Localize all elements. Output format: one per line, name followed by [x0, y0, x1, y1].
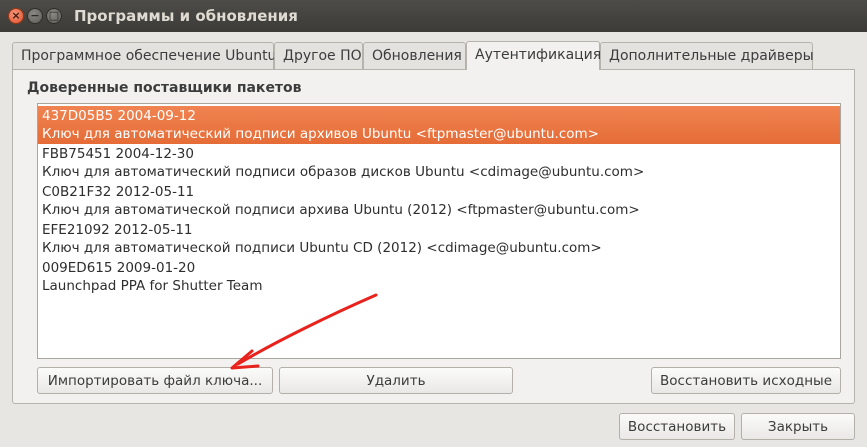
key-description: Ключ для автоматический подписи архивов … [42, 126, 599, 142]
authentication-panel: Доверенные поставщики пакетов 437D05B5 2… [12, 69, 855, 404]
remove-key-button[interactable]: Удалить [279, 367, 513, 394]
key-description: Launchpad PPA for Shutter Team [42, 278, 263, 294]
key-row[interactable]: C0B21F32 2012-05-11 Ключ для автоматичес… [38, 182, 840, 220]
window-titlebar: × − □ Программы и обновления [0, 0, 867, 32]
window-close-button[interactable]: × [8, 8, 24, 24]
tab-ubuntu-software[interactable]: Программное обеспечение Ubuntu [12, 42, 276, 69]
minimize-icon: − [30, 9, 40, 22]
key-id-date: FBB75451 2004-12-30 [42, 146, 194, 162]
key-row[interactable]: FBB75451 2004-12-30 Ключ для автоматичес… [38, 144, 840, 182]
window-minimize-button[interactable]: − [27, 8, 43, 24]
key-description: Ключ для автоматической подписи архива U… [42, 202, 640, 218]
key-row-selected[interactable]: 437D05B5 2004-09-12 Ключ для автоматичес… [38, 106, 840, 144]
trusted-providers-label: Доверенные поставщики пакетов [27, 80, 302, 96]
window-maximize-button[interactable]: □ [46, 8, 62, 24]
trusted-keys-list[interactable]: 437D05B5 2004-09-12 Ключ для автоматичес… [37, 103, 841, 359]
close-icon: × [11, 9, 21, 22]
restore-defaults-button[interactable]: Восстановить исходные [651, 367, 841, 394]
tab-updates[interactable]: Обновления [363, 42, 466, 69]
key-description: Ключ для автоматической подписи Ubuntu C… [42, 240, 602, 256]
close-button[interactable]: Закрыть [741, 413, 855, 440]
tab-authentication[interactable]: Аутентификация [466, 41, 601, 70]
window-title: Программы и обновления [74, 7, 298, 25]
key-id-date: 437D05B5 2004-09-12 [42, 108, 196, 124]
key-id-date: 009ED615 2009-01-20 [42, 260, 196, 276]
key-row[interactable]: 009ED615 2009-01-20 Launchpad PPA for Sh… [38, 258, 840, 296]
key-description: Ключ для автоматический подписи образов … [42, 164, 645, 180]
key-id-date: C0B21F32 2012-05-11 [42, 184, 195, 200]
import-key-file-button[interactable]: Импортировать файл ключа... [37, 367, 273, 394]
key-row[interactable]: EFE21092 2012-05-11 Ключ для автоматичес… [38, 220, 840, 258]
tab-additional-drivers[interactable]: Дополнительные драйверы [600, 42, 814, 69]
maximize-icon: □ [48, 9, 60, 22]
revert-button[interactable]: Восстановить [619, 413, 735, 440]
key-id-date: EFE21092 2012-05-11 [42, 222, 193, 238]
tab-other-software[interactable]: Другое ПО [274, 42, 363, 69]
